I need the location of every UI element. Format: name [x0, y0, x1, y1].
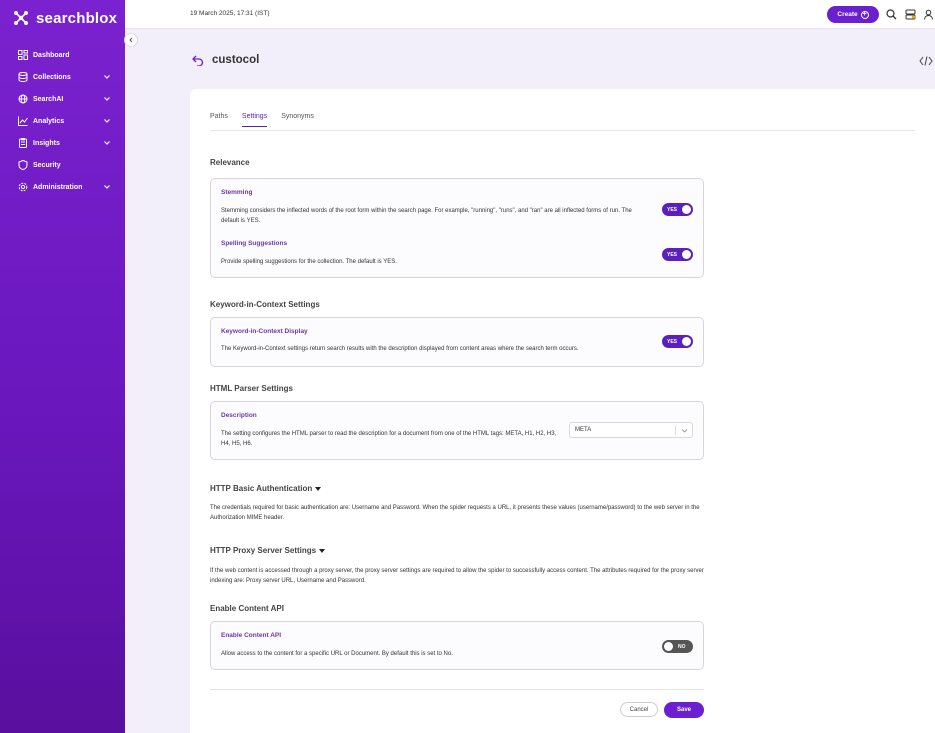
toggle-state: YES	[667, 206, 678, 213]
sidebar-item-label: Insights	[33, 139, 60, 147]
html-parser-section-title: HTML Parser Settings	[210, 384, 293, 393]
tab-paths[interactable]: Paths	[210, 113, 228, 127]
plus-circle-icon: +	[860, 10, 869, 19]
logo-text: searchblox	[36, 9, 118, 27]
chevron-down-icon	[104, 97, 110, 101]
tab-settings[interactable]: Settings	[241, 113, 268, 127]
chevron-left-icon	[129, 37, 133, 43]
footer-divider	[210, 689, 704, 690]
collapse-sidebar-button[interactable]	[124, 33, 138, 47]
search-icon[interactable]	[886, 9, 897, 20]
kwic-display-toggle[interactable]: YES	[662, 335, 693, 348]
cancel-button[interactable]: Cancel	[620, 702, 658, 717]
spelling-suggestions-label: Spelling Suggestions	[221, 240, 288, 247]
toggle-state: YES	[667, 338, 678, 345]
page-title: custocol	[212, 54, 260, 66]
spelling-suggestions-description: Provide spelling suggestions for the col…	[221, 259, 397, 265]
content-api-box: Enable Content API Allow access to the c…	[210, 621, 704, 670]
searchai-icon	[17, 94, 28, 105]
http-basic-auth-title: HTTP Basic Authentication	[210, 484, 313, 493]
sidebar-item-label: Analytics	[33, 117, 65, 125]
sidebar-item-label: Administration	[33, 183, 83, 191]
analytics-icon	[17, 116, 28, 127]
http-proxy-title: HTTP Proxy Server Settings	[210, 546, 317, 555]
kwic-display-label: Keyword-in-Context Display	[221, 328, 308, 335]
sidebar-item-collections[interactable]: Collections	[0, 66, 125, 88]
enable-content-api-label: Enable Content API	[221, 632, 282, 639]
back-arrow-icon[interactable]	[192, 55, 204, 66]
sidebar: searchblox Dashboard Collections SearchA…	[0, 0, 125, 733]
sidebar-item-administration[interactable]: Administration	[0, 176, 125, 198]
toggle-state: NO	[678, 643, 686, 650]
content-api-section-title: Enable Content API	[210, 604, 284, 613]
searchblox-logo-icon	[14, 11, 28, 25]
http-basic-auth-description: The credentials required for basic authe…	[210, 505, 700, 521]
caret-down-icon	[315, 486, 322, 491]
description-tag-select[interactable]: META	[569, 422, 693, 438]
chevron-down-icon	[104, 185, 110, 189]
kwic-box: Keyword-in-Context Display The Keyword-i…	[210, 317, 704, 367]
stemming-description: Stemming considers the inflected words o…	[221, 208, 632, 224]
current-datetime: 19 March 2025, 17:31 (IST)	[190, 10, 270, 17]
sidebar-item-security[interactable]: Security	[0, 154, 125, 176]
collections-icon	[17, 72, 28, 83]
settings-card: Paths Settings Synonyms Relevance Stemmi…	[190, 89, 935, 733]
sidebar-item-dashboard[interactable]: Dashboard	[0, 44, 125, 66]
create-button-label: Create	[837, 11, 858, 18]
tab-divider	[210, 130, 915, 131]
sidebar-item-label: Security	[33, 161, 61, 169]
user-icon[interactable]	[923, 9, 934, 20]
kwic-section-title: Keyword-in-Context Settings	[210, 300, 320, 309]
sidebar-item-label: SearchAI	[33, 95, 64, 103]
http-basic-auth-toggle[interactable]: HTTP Basic Authentication	[210, 484, 322, 493]
toggle-state: YES	[667, 251, 678, 258]
description-label: Description	[221, 412, 257, 419]
chevron-down-icon	[104, 119, 110, 123]
chevron-down-icon	[104, 75, 110, 79]
chevron-down-icon	[681, 429, 688, 433]
sidebar-item-searchai[interactable]: SearchAI	[0, 88, 125, 110]
insights-icon	[17, 138, 28, 149]
http-proxy-description: If the web content is accessed through a…	[210, 568, 704, 584]
sidebar-nav: Dashboard Collections SearchAI Analytics	[0, 44, 125, 198]
dashboard-icon	[17, 50, 28, 61]
create-button[interactable]: Create +	[827, 6, 879, 23]
enable-content-api-toggle[interactable]: NO	[662, 640, 693, 653]
save-button[interactable]: Save	[664, 702, 704, 718]
stemming-label: Stemming	[221, 189, 253, 196]
gear-icon	[17, 182, 28, 193]
shield-icon	[17, 160, 28, 171]
relevance-section-title: Relevance	[210, 158, 250, 167]
tab-bar: Paths Settings Synonyms	[210, 113, 314, 127]
caret-down-icon	[319, 548, 326, 553]
kwic-display-description: The Keyword-in-Context settings return s…	[221, 346, 579, 352]
relevance-box: Stemming Stemming considers the inflecte…	[210, 178, 704, 278]
top-bar: 19 March 2025, 17:31 (IST) Create +	[125, 0, 935, 29]
enable-content-api-description: Allow access to the content for a specif…	[221, 651, 453, 657]
sidebar-item-label: Dashboard	[33, 51, 70, 59]
spelling-suggestions-toggle[interactable]: YES	[662, 248, 693, 261]
select-value: META	[575, 427, 592, 433]
html-parser-box: Description The setting configures the H…	[210, 401, 704, 460]
sidebar-item-analytics[interactable]: Analytics	[0, 110, 125, 132]
description-setting-text: The setting configures the HTML parser t…	[221, 431, 557, 447]
server-status-icon[interactable]	[905, 9, 916, 20]
sidebar-item-label: Collections	[33, 73, 71, 81]
tab-synonyms[interactable]: Synonyms	[281, 113, 314, 127]
http-proxy-toggle[interactable]: HTTP Proxy Server Settings	[210, 546, 326, 555]
logo[interactable]: searchblox	[12, 9, 117, 27]
chevron-down-icon	[104, 141, 110, 145]
stemming-toggle[interactable]: YES	[662, 203, 693, 216]
code-icon[interactable]	[919, 56, 933, 66]
sidebar-item-insights[interactable]: Insights	[0, 132, 125, 154]
